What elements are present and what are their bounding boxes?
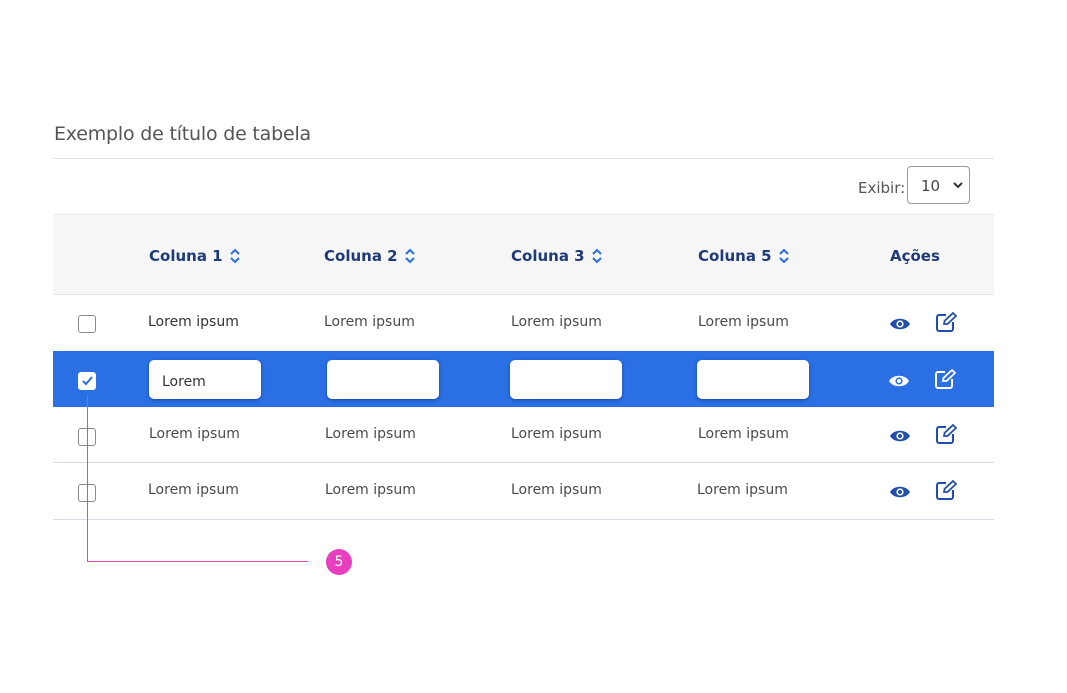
check-icon: [82, 376, 93, 386]
cell-input[interactable]: [327, 360, 439, 399]
row-checkbox-checked[interactable]: [78, 372, 96, 390]
table-cell: Lorem ipsum: [325, 426, 416, 442]
page-size-label: Exibir:: [858, 179, 906, 197]
eye-icon[interactable]: [888, 374, 910, 388]
table-cell: Lorem ipsum: [697, 482, 788, 498]
column-header-label: Ações: [890, 247, 940, 265]
page-size-select[interactable]: 10: [907, 166, 970, 204]
column-header-1[interactable]: Coluna 1: [149, 247, 241, 265]
column-header-3[interactable]: Coluna 3: [511, 247, 603, 265]
column-header-5[interactable]: Coluna 5: [698, 247, 790, 265]
sort-icon: [591, 248, 602, 264]
table-cell: Lorem ipsum: [149, 426, 240, 442]
table-title: Exemplo de título de tabela: [54, 123, 311, 145]
row-checkbox[interactable]: [78, 315, 96, 333]
title-divider: [53, 158, 994, 159]
edit-icon[interactable]: [936, 480, 957, 500]
callout-line-vertical: [87, 395, 88, 561]
cell-input[interactable]: [697, 360, 809, 399]
table-cell: Lorem ipsum: [698, 314, 789, 330]
edit-icon[interactable]: [935, 369, 956, 389]
table-cell: Lorem ipsum: [148, 482, 239, 498]
sort-icon: [404, 248, 415, 264]
callout-badge: 5: [326, 549, 352, 575]
cell-input[interactable]: Lorem: [149, 360, 261, 399]
eye-icon[interactable]: [889, 317, 911, 331]
cell-input[interactable]: [510, 360, 622, 399]
edit-icon[interactable]: [936, 312, 957, 332]
callout-line-horizontal: [87, 561, 308, 562]
page-size-value: 10: [921, 177, 941, 195]
eye-icon[interactable]: [889, 485, 911, 499]
cell-input-value: Lorem: [162, 374, 206, 390]
column-header-label: Coluna 3: [511, 247, 585, 265]
table-cell: Lorem ipsum: [698, 426, 789, 442]
column-header-label: Coluna 5: [698, 247, 772, 265]
column-header-actions: Ações: [890, 247, 940, 265]
table-cell: Lorem ipsum: [325, 482, 416, 498]
sort-icon: [229, 248, 240, 264]
edit-icon[interactable]: [936, 424, 957, 444]
column-header-2[interactable]: Coluna 2: [324, 247, 416, 265]
table-cell: Lorem ipsum: [148, 314, 239, 330]
table-cell: Lorem ipsum: [324, 314, 415, 330]
chevron-down-icon: [953, 182, 963, 189]
table-cell: Lorem ipsum: [511, 482, 602, 498]
eye-icon[interactable]: [889, 429, 911, 443]
table-cell: Lorem ipsum: [511, 426, 602, 442]
column-header-label: Coluna 2: [324, 247, 398, 265]
table-cell: Lorem ipsum: [511, 314, 602, 330]
sort-icon: [778, 248, 789, 264]
column-header-label: Coluna 1: [149, 247, 223, 265]
